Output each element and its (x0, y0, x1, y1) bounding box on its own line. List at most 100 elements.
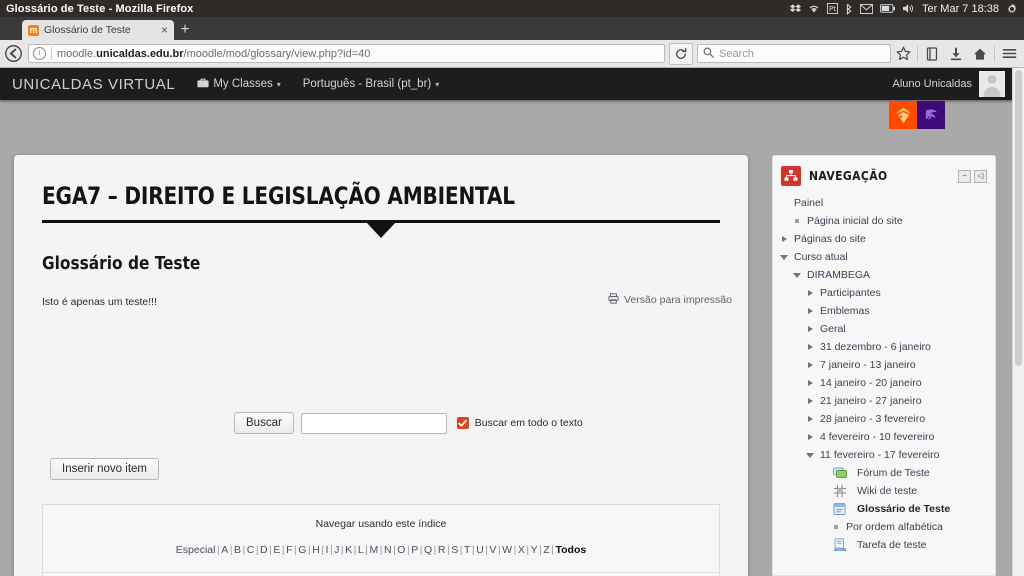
index-link-x[interactable]: X (518, 544, 525, 556)
index-link-especial[interactable]: Especial (176, 544, 216, 556)
index-link-o[interactable]: O (397, 544, 405, 556)
back-arrow-icon[interactable] (0, 41, 26, 67)
index-link-q[interactable]: Q (424, 544, 432, 556)
index-link-a[interactable]: A (221, 544, 228, 556)
page-scrollbar[interactable] (1012, 68, 1024, 576)
bluetooth-icon[interactable] (845, 3, 853, 15)
index-link-c[interactable]: C (247, 544, 255, 556)
chevron-right-icon[interactable] (805, 434, 815, 440)
site-brand[interactable]: UNICALDAS VIRTUAL (12, 76, 175, 93)
index-link-d[interactable]: D (260, 544, 268, 556)
nav-tree-item-5[interactable]: Participantes (773, 284, 995, 302)
nav-tree-item-13[interactable]: 4 fevereiro - 10 fevereiro (773, 428, 995, 446)
clock[interactable]: Ter Mar 7 18:38 (922, 3, 999, 15)
nav-tree-item-7[interactable]: Geral (773, 320, 995, 338)
index-link-n[interactable]: N (384, 544, 392, 556)
dock-left-icon[interactable]: ◁ (974, 169, 987, 183)
index-link-f[interactable]: F (286, 544, 292, 556)
index-link-p[interactable]: P (411, 544, 418, 556)
dropbox-icon[interactable] (789, 3, 801, 14)
wifi-icon[interactable] (808, 3, 820, 14)
index-link-g[interactable]: G (298, 544, 306, 556)
insert-new-entry-button[interactable]: Inserir novo item (50, 458, 160, 480)
nav-tree-item-8[interactable]: 31 dezembro - 6 janeiro (773, 338, 995, 356)
index-link-b[interactable]: B (234, 544, 241, 556)
index-link-h[interactable]: H (312, 544, 320, 556)
search-button[interactable]: Buscar (234, 412, 294, 434)
index-link-j[interactable]: J (334, 544, 339, 556)
chevron-down-icon[interactable] (805, 452, 815, 458)
index-link-v[interactable]: V (489, 544, 496, 556)
index-link-s[interactable]: S (451, 544, 458, 556)
nav-language[interactable]: Português - Brasil (pt_br) ▾ (303, 78, 439, 90)
nav-tree-item-15[interactable]: Fórum de Teste (773, 464, 995, 482)
nav-tree-item-3[interactable]: Curso atual (773, 248, 995, 266)
chevron-right-icon[interactable] (805, 416, 815, 422)
avatar[interactable] (978, 71, 1005, 97)
nav-tree-item-16[interactable]: Wiki de teste (773, 482, 995, 500)
close-icon[interactable]: × (161, 24, 168, 36)
nav-tree-item-17[interactable]: Glossário de Teste (773, 500, 995, 518)
chevron-right-icon[interactable] (805, 344, 815, 350)
new-tab-button[interactable]: + (176, 21, 194, 39)
search-fulltext-checkbox[interactable] (456, 417, 469, 429)
index-link-e[interactable]: E (273, 544, 280, 556)
index-link-t[interactable]: T (464, 544, 470, 556)
site-info-icon[interactable]: i (33, 47, 46, 60)
nav-tree-item-6[interactable]: Emblemas (773, 302, 995, 320)
nav-tree-item-10[interactable]: 14 janeiro - 20 janeiro (773, 374, 995, 392)
library-icon[interactable] (920, 41, 944, 67)
nav-tree-item-4[interactable]: DIRAMBEGA (773, 266, 995, 284)
gear-icon[interactable] (1006, 3, 1018, 15)
chevron-right-icon[interactable] (805, 308, 815, 314)
browser-tab[interactable]: m Glossário de Teste × (22, 20, 174, 40)
nav-tree-item-12[interactable]: 28 janeiro - 3 fevereiro (773, 410, 995, 428)
chevron-right-icon[interactable] (805, 362, 815, 368)
nav-tree-item-11[interactable]: 21 janeiro - 27 janeiro (773, 392, 995, 410)
index-link-todos[interactable]: Todos (555, 544, 586, 556)
chevron-down-icon[interactable] (792, 272, 802, 278)
chevron-right-icon[interactable] (805, 380, 815, 386)
nav-tree-item-2[interactable]: Páginas do site (773, 230, 995, 248)
chevron-right-icon[interactable] (805, 290, 815, 296)
chevron-right-icon[interactable] (779, 236, 789, 242)
chevron-right-icon[interactable] (805, 326, 815, 332)
index-link-l[interactable]: L (358, 544, 364, 556)
nav-tree-item-18[interactable]: Por ordem alfabética (773, 518, 995, 536)
nav-tree-item-14[interactable]: 11 fevereiro - 17 fevereiro (773, 446, 995, 464)
index-link-m[interactable]: M (369, 544, 378, 556)
minus-icon[interactable]: − (958, 169, 971, 183)
nav-tree-item-9[interactable]: 7 janeiro - 13 janeiro (773, 356, 995, 374)
print-version-link[interactable]: Versão para impressão (608, 293, 732, 307)
nav-my-classes[interactable]: My Classes ▾ (197, 78, 281, 91)
purple-logo-tile[interactable] (917, 101, 945, 129)
reload-icon[interactable] (669, 42, 693, 65)
nav-tree-item-1[interactable]: Página inicial do site (773, 212, 995, 230)
index-link-z[interactable]: Z (543, 544, 549, 556)
mail-icon[interactable] (859, 3, 873, 14)
battery-icon[interactable] (879, 4, 895, 13)
url-bar[interactable]: i moodle.unicaldas.edu.br/moodle/mod/glo… (28, 44, 665, 63)
index-link-i[interactable]: I (326, 544, 329, 556)
nav-tree-item-0[interactable]: Painel (773, 194, 995, 212)
home-icon[interactable] (968, 41, 992, 67)
input-method-icon[interactable]: Pt (826, 3, 838, 14)
page-scrollbar-thumb[interactable] (1015, 70, 1022, 366)
nav-tree-item-19[interactable]: Tarefa de teste (773, 536, 995, 554)
menu-hamburger-icon[interactable] (997, 41, 1021, 67)
index-link-k[interactable]: K (345, 544, 352, 556)
search-input[interactable] (300, 412, 447, 434)
orange-logo-tile[interactable] (889, 101, 917, 129)
index-link-w[interactable]: W (502, 544, 512, 556)
logo-tiles (889, 101, 945, 129)
browser-search-bar[interactable]: Search (697, 44, 891, 63)
chevron-down-icon[interactable] (779, 254, 789, 260)
user-menu[interactable]: Aluno Unicaldas ▾ (892, 71, 1024, 97)
bookmark-star-icon[interactable] (891, 41, 915, 67)
index-link-y[interactable]: Y (531, 544, 538, 556)
volume-icon[interactable] (902, 3, 915, 14)
index-link-u[interactable]: U (476, 544, 484, 556)
downloads-icon[interactable] (944, 41, 968, 67)
chevron-right-icon[interactable] (805, 398, 815, 404)
index-link-r[interactable]: R (438, 544, 446, 556)
